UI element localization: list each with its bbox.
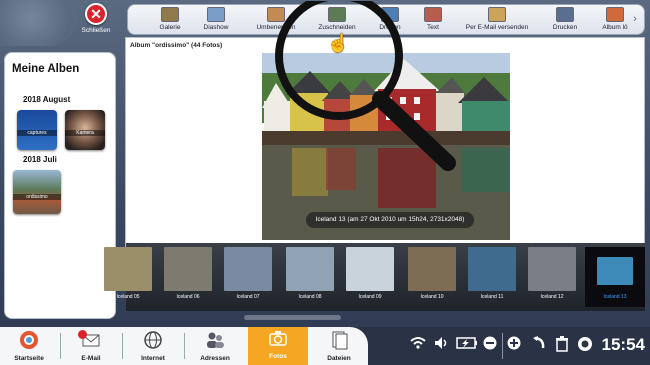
sidebar-title: Meine Alben [12,63,80,75]
home-icon [20,331,38,349]
taskbar-home-button[interactable]: Startseite [2,329,56,365]
filmstrip: Iceland 05 Iceland 06 Iceland 07 Iceland… [104,243,645,311]
zoom-in-icon[interactable] [507,336,521,353]
close-label: Schließen [81,27,111,34]
files-icon [332,331,348,350]
divider [122,333,123,359]
trash-icon[interactable] [555,336,569,355]
film-thumb [468,247,516,291]
film-thumb [597,257,633,285]
toolbar-album-delete-button[interactable]: Album lö [598,7,632,31]
toolbar-slideshow-button[interactable]: Diashow [198,7,234,31]
camera-icon [269,331,287,346]
magnifier-overlay-icon [275,1,456,171]
film-thumb [346,247,394,291]
film-thumb [224,247,272,291]
group-label: 2018 Juli [23,155,57,164]
albums-sidebar: Meine Alben 2018 August captures Kamera … [4,52,116,319]
album-label: ordissimo [13,194,61,200]
film-item[interactable]: Iceland 09 [344,247,396,307]
email-notification-badge [78,330,87,339]
contacts-icon [207,332,224,348]
film-thumb [528,247,576,291]
film-item[interactable]: Iceland 06 [162,247,214,307]
taskbar-email-button[interactable]: E-Mail [64,329,118,365]
taskbar-files-button[interactable]: Dateien [312,329,366,365]
film-item[interactable]: Iceland 08 [284,247,336,307]
film-thumb [408,247,456,291]
film-item[interactable]: Iceland 12 [526,247,578,307]
volume-icon[interactable] [434,336,450,353]
taskbar: Startseite E-Mail Internet Adressen Foto… [0,327,650,365]
divider [60,333,61,359]
zoom-out-icon[interactable] [483,336,497,353]
close-icon: ✕ [85,3,107,25]
toolbar-email-send-button[interactable]: Per E-Mail versenden [460,7,534,31]
clock: 15:54 [601,335,645,354]
gallery-icon [161,7,179,22]
help-lifebuoy-icon[interactable] [577,336,593,355]
film-item-selected[interactable]: Iceland 13 [585,247,645,307]
wifi-icon[interactable] [410,336,426,353]
album-thumb-captures[interactable]: captures [17,110,57,150]
globe-icon [144,331,162,349]
album-delete-icon [606,7,624,22]
film-item[interactable]: Iceland 05 [102,247,154,307]
divider [184,333,185,359]
album-thumb-kamera[interactable]: Kamera [65,110,105,150]
album-title: Album "ordissimo" (44 Fotos) [130,42,223,49]
group-label: 2018 August [23,95,71,104]
album-label: Kamera [65,130,105,136]
toolbar-gallery-button[interactable]: Galerie [152,7,188,31]
filmstrip-scrollbar[interactable] [244,315,341,320]
toolbar-print-button[interactable]: Drucken [548,7,582,31]
close-button[interactable]: ✕ Schließen [76,3,116,34]
printer-icon [556,7,574,22]
slideshow-icon [207,7,225,22]
hand-cursor-icon: ☝ [327,33,350,53]
background-photo [0,0,78,46]
album-label: captures [17,130,57,136]
photo-caption: Iceland 13 (am 27 Okt 2010 um 15h24, 273… [306,212,474,228]
battery-charging-icon [456,336,478,353]
taskbar-photos-button[interactable]: Fotos [248,327,308,365]
film-item[interactable]: Iceland 10 [406,247,458,307]
chevron-right-icon[interactable]: › [629,13,641,27]
film-thumb [104,247,152,291]
film-item[interactable]: Iceland 11 [466,247,518,307]
email-send-icon [488,7,506,22]
taskbar-internet-button[interactable]: Internet [126,329,180,365]
film-thumb [164,247,212,291]
film-thumb [286,247,334,291]
divider [502,333,503,359]
film-item[interactable]: Iceland 07 [222,247,274,307]
taskbar-contacts-button[interactable]: Adressen [188,329,242,365]
album-thumb-ordissimo[interactable]: ordissimo [13,170,61,214]
back-arrow-icon[interactable] [532,336,546,353]
